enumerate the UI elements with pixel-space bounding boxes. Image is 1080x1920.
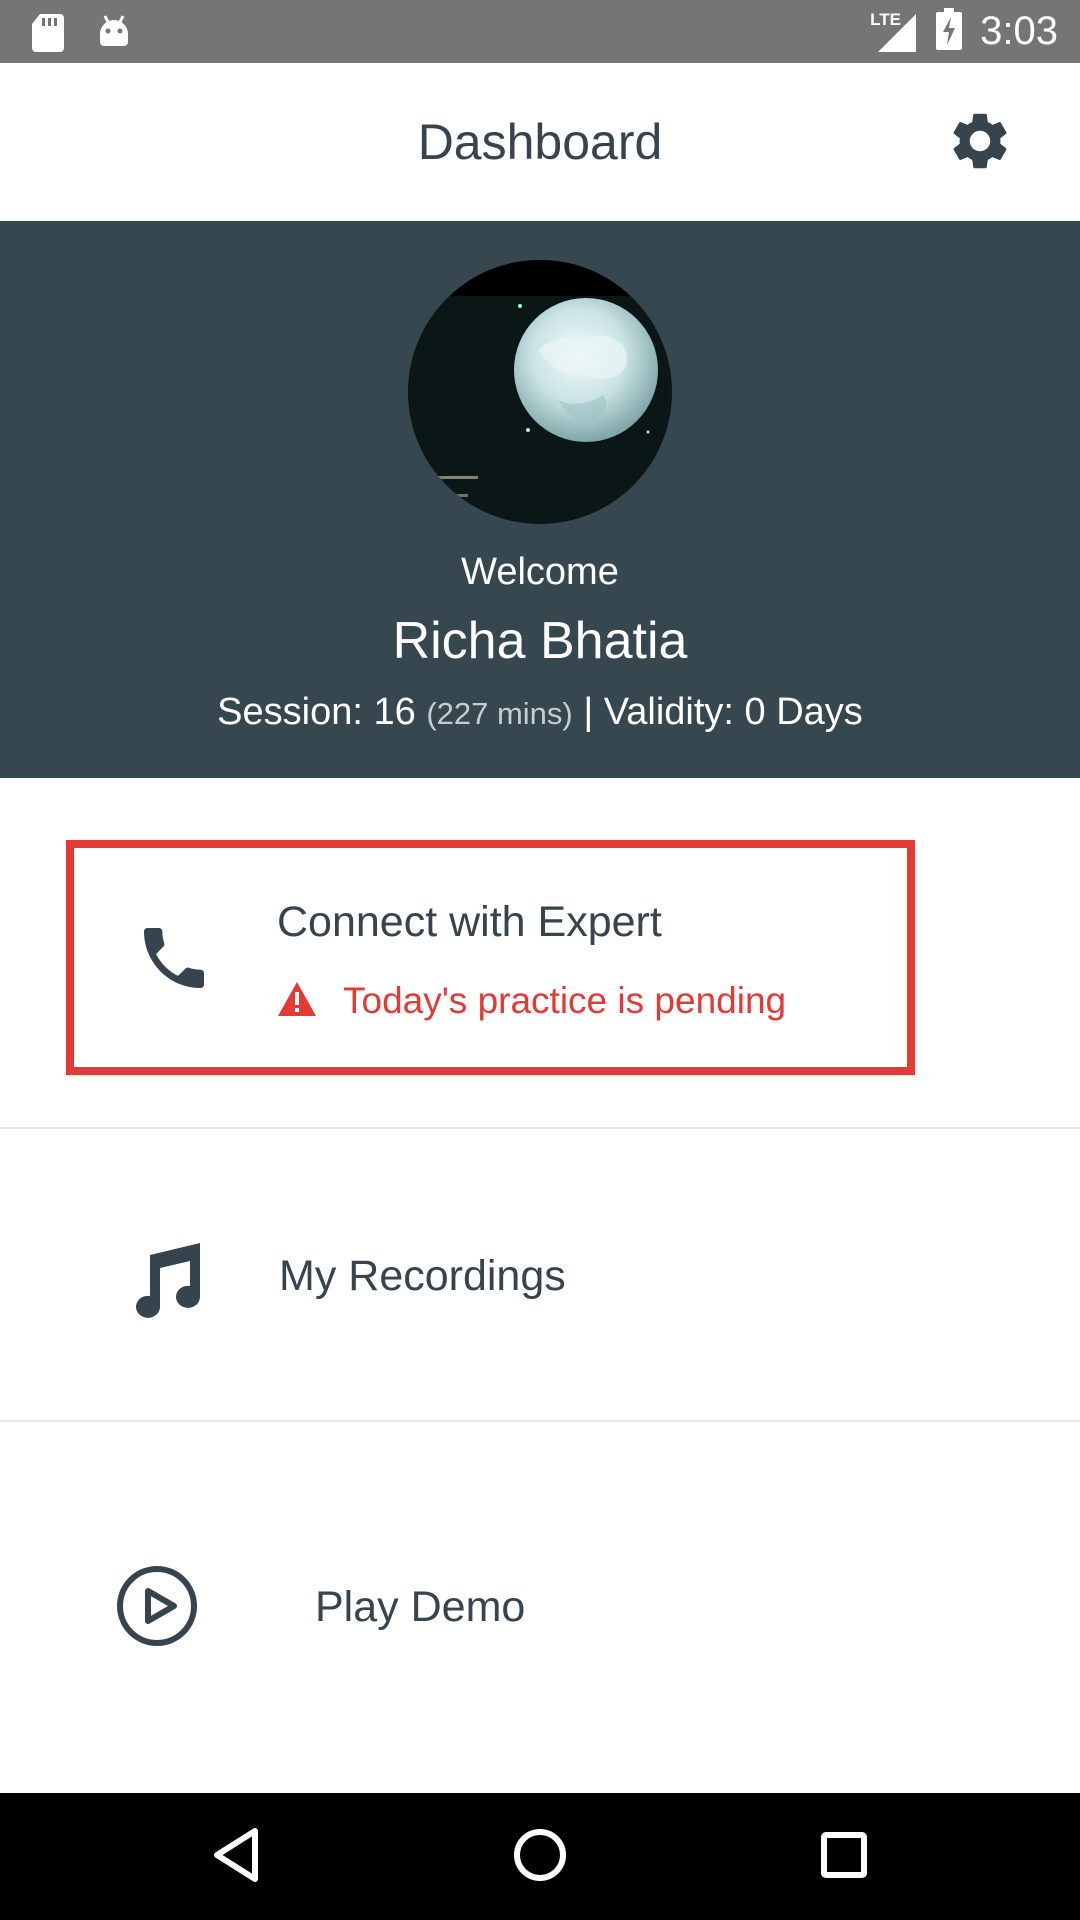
recents-button[interactable]: [808, 1821, 880, 1893]
sd-card-icon: [30, 12, 66, 57]
play-demo-item[interactable]: Play Demo: [0, 1422, 1080, 1793]
warning-icon: [277, 981, 317, 1022]
play-circle-icon: [116, 1565, 198, 1652]
phone-icon: [134, 918, 214, 998]
home-button[interactable]: [504, 1821, 576, 1893]
home-circle-icon: [512, 1827, 568, 1888]
play-demo-label: Play Demo: [315, 1583, 526, 1631]
validity-text: | Validity: 0 Days: [583, 691, 863, 733]
page-title: Dashboard: [417, 114, 663, 170]
pending-text: Today's practice is pending: [343, 980, 787, 1021]
app-bar: Dashboard: [0, 63, 1080, 221]
user-name: Richa Bhatia: [392, 612, 688, 670]
navigation-bar: [0, 1793, 1080, 1920]
battery-charging-icon: [936, 8, 963, 55]
profile-header: Welcome Richa Bhatia Session: 16 (227 mi…: [0, 221, 1080, 778]
android-icon: [96, 12, 132, 57]
session-count: Session: 16: [217, 691, 416, 733]
avatar[interactable]: [408, 260, 672, 524]
connect-title: Connect with Expert: [277, 898, 662, 946]
welcome-text: Welcome: [461, 551, 619, 593]
back-button[interactable]: [200, 1821, 272, 1893]
my-recordings-label: My Recordings: [279, 1252, 566, 1300]
session-minutes: (227 mins): [426, 696, 573, 731]
pending-warning: Today's practice is pending: [277, 980, 786, 1022]
recents-square-icon: [819, 1830, 869, 1885]
gear-icon: [946, 107, 1014, 180]
my-recordings-item[interactable]: My Recordings: [0, 1129, 1080, 1420]
status-bar: LTE 3:03: [0, 0, 1080, 63]
connect-with-expert-item[interactable]: Connect with Expert Today's practice is …: [66, 840, 915, 1075]
clock: 3:03: [980, 9, 1058, 53]
signal-icon: LTE: [870, 10, 918, 54]
session-info: Session: 16 (227 mins) | Validity: 0 Day…: [0, 691, 1080, 734]
back-triangle-icon: [211, 1827, 261, 1888]
settings-button[interactable]: [940, 103, 1020, 183]
music-note-icon: [128, 1239, 204, 1324]
